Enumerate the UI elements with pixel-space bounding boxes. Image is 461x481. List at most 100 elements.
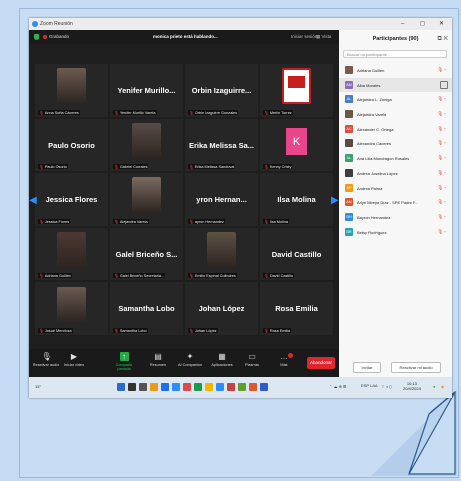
- tile-label-text: Paulo Osorio: [44, 165, 67, 170]
- edge-icon[interactable]: [161, 383, 169, 391]
- toolbar-label: Aplicaciones: [211, 363, 233, 367]
- participant-row[interactable]: AM Arlyn Mireya Díaz - SPE Padre F... 🎙 ▫: [339, 195, 452, 210]
- close-button[interactable]: ✕: [439, 18, 444, 30]
- muted-mic-icon: 🎙: [39, 110, 44, 115]
- participant-photo: [206, 232, 237, 268]
- start-icon[interactable]: [117, 383, 125, 391]
- participant-search-input[interactable]: Buscar un participante: [343, 50, 447, 58]
- video-tile[interactable]: Ilsa Molina 🎙Ilsa Molina: [260, 173, 333, 226]
- copilot-icon[interactable]: ◆: [441, 384, 444, 389]
- weather-widget[interactable]: 15°: [35, 384, 41, 389]
- participant-row[interactable]: AM Alba Morales…: [339, 77, 452, 93]
- share-screen-icon: ↑: [119, 352, 129, 361]
- muted-mic-icon: 🎙: [189, 165, 194, 170]
- more-options-icon[interactable]: …: [440, 80, 448, 89]
- windows-taskbar: ⌃ ☁ ⊕ ⊞ ESP LAA ⌔ ◖ ▯ 10:13 20/4/2024 ● …: [29, 377, 452, 398]
- participant-avatar: [345, 168, 353, 177]
- video-tile[interactable]: Orbin Izaguirre... 🎙Orbin Izaguirre Gonza…: [185, 64, 258, 117]
- video-tile[interactable]: 🎙Merlin Torrez: [260, 64, 333, 117]
- video-tile[interactable]: 🎙Adriana Guillen: [35, 227, 108, 281]
- muted-mic-icon: 🎙: [39, 165, 44, 170]
- muted-mic-camera-icon: 🎙 ▫: [437, 67, 446, 72]
- invite-button[interactable]: Invitar: [353, 362, 381, 373]
- video-tile[interactable]: Yenifer Murillo... 🎙Yenifer Murillo Varel…: [110, 64, 183, 117]
- participant-photo: [56, 286, 87, 323]
- video-tile[interactable]: 🎙Josué Mendoza: [35, 282, 108, 335]
- tile-label-text: Gabriel Corrales: [119, 165, 148, 170]
- microphone-button[interactable]: 🎙 Reactivar audio: [31, 352, 61, 367]
- tile-name-label: 🎙Yenifer Murillo Varela: [113, 109, 157, 115]
- video-tile[interactable]: Samantha Lobo 🎙Samantha Lobo: [110, 282, 183, 335]
- tile-label-text: Josué Mendoza: [44, 328, 72, 333]
- file-explorer-icon[interactable]: [150, 383, 158, 391]
- tile-label-text: Rosa Emilia: [269, 328, 291, 333]
- office-icon[interactable]: [227, 383, 235, 391]
- maximize-button[interactable]: ◻: [420, 18, 425, 30]
- ai-companion-button[interactable]: ✦ AI Companion: [175, 352, 205, 367]
- zoom-icon[interactable]: [172, 383, 180, 391]
- participant-row[interactable]: BR Betsy Rodríguez 🎙 ▫: [339, 225, 452, 240]
- powerpoint-icon[interactable]: [249, 383, 257, 391]
- next-page-arrow-icon[interactable]: ▶: [331, 194, 339, 208]
- mail-icon[interactable]: [216, 383, 224, 391]
- muted-mic-icon: 🎙: [114, 328, 119, 333]
- participant-row[interactable]: Adriana Guillen 🎙 ▫: [339, 63, 452, 78]
- panel-options-icon[interactable]: ⧉ ✕: [437, 36, 448, 43]
- video-tile[interactable]: 🎙Anna Sofía Cáceres: [35, 64, 108, 117]
- summary-button[interactable]: ▤ Resumen: [143, 352, 173, 367]
- keyboard-language[interactable]: ESP LAA: [361, 384, 378, 388]
- video-tile[interactable]: Galel Briceño S... 🎙Galel Briceño Secreta…: [110, 227, 183, 281]
- participant-row[interactable]: BH Bayron Hernandez 🎙 ▫: [339, 210, 452, 225]
- folder-icon[interactable]: [205, 383, 213, 391]
- participant-name: Andrea Joselina López: [357, 170, 398, 176]
- participant-row[interactable]: AL Ana Lilia Mondragon Rosales 🎙 ▫: [339, 151, 452, 166]
- task-view-icon[interactable]: [139, 383, 147, 391]
- whiteboard-icon: ▭: [248, 352, 256, 361]
- tile-label-text: Samantha Lobo: [119, 328, 147, 333]
- participant-row[interactable]: Alexandra Cáceres 🎙 ▫: [339, 136, 452, 151]
- video-tile[interactable]: 🎙Gabriel Corrales: [110, 118, 183, 172]
- store-icon[interactable]: [194, 383, 202, 391]
- tile-name-label: 🎙Adriana Guillen: [38, 273, 72, 279]
- participant-photo: [56, 232, 87, 268]
- participant-row[interactable]: AC Alexander C. Ortega 🎙 ▫: [339, 122, 452, 137]
- video-button[interactable]: ▶ Iniciar video: [59, 352, 89, 367]
- notification-icon[interactable]: ●: [433, 384, 435, 389]
- video-tile[interactable]: David Castillo 🎙David Castillo: [260, 227, 333, 281]
- video-tile[interactable]: Johan López 🎙Johan López: [185, 282, 258, 335]
- participant-row[interactable]: Alejandra Varela 🎙 ▫: [339, 107, 452, 122]
- video-tile[interactable]: yron Hernan... 🎙ayron Hernandez: [185, 173, 258, 226]
- previous-page-arrow-icon[interactable]: ◀: [29, 194, 37, 208]
- view-button[interactable]: ▦ Vista: [316, 34, 331, 40]
- leave-meeting-button[interactable]: Abandonar: [307, 357, 335, 369]
- more-button[interactable]: … Más: [269, 352, 299, 367]
- muted-mic-camera-icon: 🎙 ▫: [437, 140, 446, 146]
- video-tile[interactable]: K 🎙Kenny Cristy: [260, 118, 333, 172]
- tray-icons[interactable]: ⌃ ☁ ⊕ ⊞: [329, 384, 346, 389]
- participant-row[interactable]: AP Andrea Palma 🎙 ▫: [339, 181, 452, 196]
- video-tile[interactable]: 🎙Emilio Espinal Colindres: [185, 227, 258, 281]
- unmute-me-button[interactable]: Reactivar mi audio: [391, 362, 441, 373]
- chrome-icon[interactable]: [183, 383, 191, 391]
- share-screen-button[interactable]: ↑ Compartir pantalla: [109, 352, 139, 371]
- participant-name: Alejandra L. Zuniga: [357, 97, 392, 103]
- apps-button[interactable]: ▦ Aplicaciones: [207, 352, 237, 367]
- security-shield-icon[interactable]: [34, 34, 39, 40]
- participant-avatar: [345, 66, 353, 74]
- search-icon[interactable]: [128, 383, 136, 391]
- sign-in-link[interactable]: Iniciar sesión: [291, 34, 317, 39]
- video-tile[interactable]: 🎙Alejandra Varela: [110, 173, 183, 226]
- minimize-button[interactable]: –: [401, 18, 404, 30]
- system-clock[interactable]: 10:13 20/4/2024: [403, 381, 421, 391]
- video-tile[interactable]: Rosa Emilia 🎙Rosa Emilia: [260, 282, 333, 335]
- video-tile[interactable]: Jessica Flores 🎙Jessica Flores: [35, 173, 108, 226]
- excel-icon[interactable]: [238, 383, 246, 391]
- network-sound-icons[interactable]: ⌔ ◖ ▯: [381, 384, 392, 390]
- participant-row[interactable]: Andrea Joselina López 🎙 ▫: [339, 166, 452, 181]
- participant-row[interactable]: AL Alejandra L. Zuniga 🎙 ▫: [339, 92, 452, 107]
- video-tile[interactable]: Erika Melissa Sa... 🎙Erika Melissa Sandov…: [185, 118, 258, 172]
- participant-avatar: BR: [345, 227, 353, 236]
- whiteboard-button[interactable]: ▭ Pizarras: [237, 352, 267, 367]
- video-tile[interactable]: Paulo Osorio 🎙Paulo Osorio: [35, 118, 108, 172]
- word-icon[interactable]: [260, 383, 268, 391]
